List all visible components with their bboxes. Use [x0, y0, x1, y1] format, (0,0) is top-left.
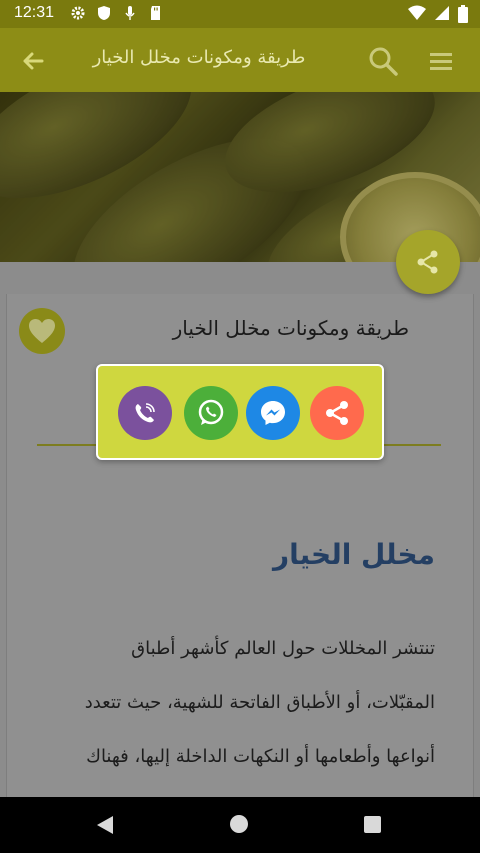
back-button[interactable]: [18, 46, 48, 76]
system-nav-bar: [0, 797, 480, 853]
shield-icon: [96, 5, 112, 21]
nav-home-button[interactable]: [230, 815, 248, 833]
paragraph-line: المقبّلات، أو الأطباق الفاتحة للشهية، حي…: [84, 692, 435, 713]
card-title: طريقة ومكونات مخلل الخيار: [172, 316, 409, 340]
whatsapp-share-button[interactable]: [184, 386, 238, 440]
signal-icon: [434, 5, 450, 27]
messenger-icon: [261, 401, 285, 425]
generic-share-button[interactable]: [310, 386, 364, 440]
arrow-left-icon: [23, 52, 44, 70]
paragraph-line: أنواعها وأطعامها أو النكهات الداخلة إليه…: [86, 746, 435, 767]
triangle-back-icon: [97, 816, 113, 834]
gear-icon: [70, 5, 86, 21]
heart-icon: [29, 319, 55, 343]
menu-button[interactable]: [426, 46, 456, 76]
nav-back-button[interactable]: [96, 815, 114, 839]
article-content: طريقة ومكونات مخلل الخيار مخلل الخيار تن…: [0, 262, 480, 804]
battery-icon: [458, 5, 468, 27]
sd-card-icon: [148, 5, 164, 21]
wifi-icon: [408, 5, 426, 27]
share-fab[interactable]: [396, 230, 460, 294]
viber-icon: [135, 403, 155, 423]
menu-icon: [430, 53, 452, 70]
mic-icon: [122, 5, 138, 21]
search-icon: [369, 47, 398, 76]
viber-share-button[interactable]: [118, 386, 172, 440]
paragraph-line: تنتشر المخللات حول العالم كأشهر أطباق: [131, 638, 435, 659]
section-heading: مخلل الخيار: [272, 538, 435, 571]
favorite-button[interactable]: [19, 308, 65, 354]
messenger-share-button[interactable]: [246, 386, 300, 440]
whatsapp-icon: [198, 399, 224, 425]
nav-recents-button[interactable]: [364, 816, 381, 833]
page-title: طريقة ومكونات مخلل الخيار: [92, 47, 306, 68]
share-icon: [417, 250, 438, 274]
share-icon: [326, 401, 348, 425]
app-bar: طريقة ومكونات مخلل الخيار: [0, 28, 480, 92]
status-bar: 12:31: [0, 0, 480, 28]
search-button[interactable]: [366, 44, 400, 78]
status-time: 12:31: [14, 4, 55, 21]
share-dialog: [96, 364, 384, 460]
